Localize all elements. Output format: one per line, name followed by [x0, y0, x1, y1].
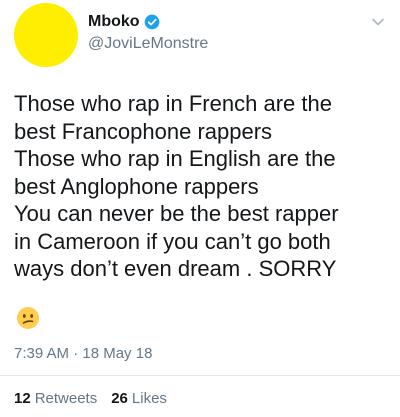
author-handle[interactable]: @JoviLeMonstre: [88, 35, 208, 53]
divider: [0, 375, 400, 376]
likes-count: 26: [111, 390, 128, 407]
author-name-row: Mboko: [88, 13, 160, 31]
tweet-text-line: ways don’t even dream . SORRY: [14, 256, 337, 281]
chevron-down-icon[interactable]: [370, 14, 386, 30]
retweets-count: 12: [14, 390, 31, 407]
display-name[interactable]: Mboko: [88, 13, 140, 31]
likes-label: Likes: [131, 390, 167, 407]
confused-face-emoji-icon: [17, 307, 39, 329]
tweet-card: Mboko @JoviLeMonstre Those who rap in Fr…: [0, 0, 400, 417]
tweet-timestamp[interactable]: 7:39 AM · 18 May 18: [14, 345, 152, 362]
tweet-text-line: best Francophone rappers: [14, 118, 273, 144]
verified-badge-icon: [144, 14, 159, 30]
tweet-text-line: Those who rap in English are the: [14, 146, 336, 171]
tweet-text-line: in Cameroon if you can’t go both: [14, 228, 331, 254]
retweets-stat[interactable]: 12 Retweets: [14, 390, 97, 407]
tweet-text-line: You can never be the best rapper: [14, 201, 339, 226]
tweet-text: Those who rap in French are the best Fra…: [14, 90, 390, 283]
avatar[interactable]: [14, 3, 78, 67]
tweet-text-line: best Anglophone rappers: [14, 173, 259, 199]
engagement-stats: 12 Retweets 26 Likes: [14, 390, 181, 407]
likes-stat[interactable]: 26 Likes: [111, 390, 167, 407]
retweets-label: Retweets: [34, 390, 98, 407]
tweet-text-line: Those who rap in French are the: [14, 91, 332, 116]
